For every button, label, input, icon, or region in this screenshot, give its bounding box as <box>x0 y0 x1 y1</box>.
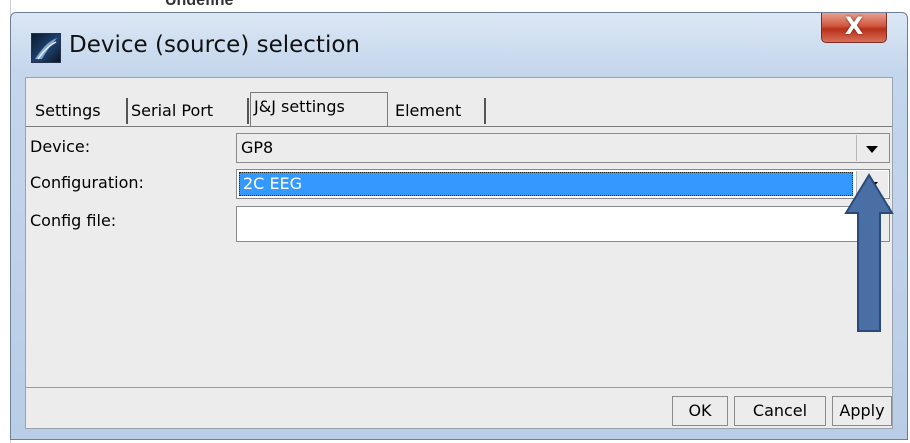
tab-element-label: Element <box>395 101 462 120</box>
configuration-value: 2C EEG <box>243 174 303 193</box>
title-bar: Device (source) selection X <box>11 12 907 79</box>
app-logo-icon <box>31 33 61 63</box>
close-button[interactable]: X <box>821 12 887 43</box>
close-icon: X <box>844 12 864 40</box>
device-select[interactable]: GP8 <box>236 133 890 163</box>
apply-button[interactable]: Apply <box>832 396 892 426</box>
ok-button[interactable]: OK <box>672 396 728 426</box>
tab-serial-port[interactable]: Serial Port <box>128 98 249 124</box>
cancel-button[interactable]: Cancel <box>734 396 826 426</box>
tab-jj-settings[interactable]: J&J settings <box>250 92 388 126</box>
tab-jj-settings-label: J&J settings <box>254 97 345 116</box>
device-label: Device: <box>30 137 91 156</box>
config-file-input[interactable] <box>236 206 858 242</box>
selection-highlight <box>239 172 853 196</box>
background-text: Undefine <box>165 0 234 9</box>
configuration-select[interactable]: 2C EEG <box>236 169 890 199</box>
device-value: GP8 <box>241 138 274 157</box>
tab-settings-label: Settings <box>35 101 101 120</box>
config-file-label: Config file: <box>30 211 117 230</box>
device-selection-dialog: Device (source) selection X Settings Ser… <box>10 12 908 440</box>
tab-settings[interactable]: Settings <box>32 98 128 124</box>
configuration-label: Configuration: <box>30 173 144 192</box>
jj-settings-panel: Device: GP8 Configuration: 2C EEG Config… <box>26 126 892 388</box>
tab-serial-port-label: Serial Port <box>131 101 214 120</box>
dialog-client-area: Settings Serial Port J&J settings Elemen… <box>25 77 893 429</box>
tab-element[interactable]: Element <box>392 98 486 124</box>
device-dropdown-button[interactable] <box>856 135 888 161</box>
chevron-down-icon <box>866 146 878 153</box>
up-arrow-icon <box>844 173 894 332</box>
window-title: Device (source) selection <box>69 32 360 58</box>
